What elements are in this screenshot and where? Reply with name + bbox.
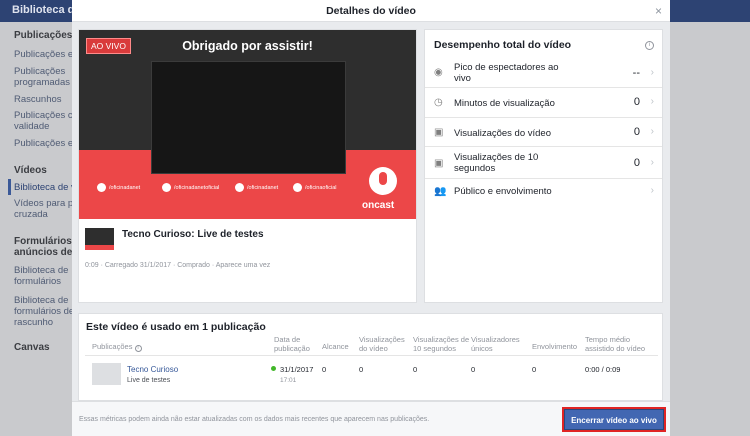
close-icon[interactable]: × <box>655 4 662 18</box>
sidebar-active-indicator <box>8 179 11 195</box>
video-views-icon: ▣ <box>434 127 444 138</box>
usage-title: Este vídeo é usado em 1 publicação <box>86 321 266 333</box>
metric-view-minutes[interactable]: ◷ Minutos de visualização 0 › <box>425 88 662 118</box>
metric-value: -- <box>632 67 640 79</box>
post-visualizadores: 0 <box>471 365 476 374</box>
background-sidebar: Publicações Publicações er Publicações pro… <box>0 22 80 436</box>
dialog-header: Detalhes do vídeo × <box>72 0 670 22</box>
chevron-right-icon: › <box>650 157 654 168</box>
post-title: Live de testes <box>127 377 171 384</box>
dialog-title: Detalhes do vídeo <box>326 5 416 17</box>
performance-title: Desempenho total do vídeo <box>434 39 572 51</box>
post-envolvimento: 0 <box>532 365 537 374</box>
social-handle: /oficinaoficial <box>305 185 337 191</box>
facebook-icon <box>97 183 106 193</box>
header-visualizacoes: Visualizações do vídeo <box>359 335 405 353</box>
video-thumbnail <box>85 228 114 250</box>
metric-value: 0 <box>633 157 640 169</box>
sidebar-item[interactable]: Rascunhos <box>14 94 62 105</box>
sidebar-item[interactable]: Publicações er <box>14 49 76 60</box>
post-thumbnail <box>92 363 121 385</box>
sidebar-item[interactable]: Publicações co validade <box>14 110 78 132</box>
metric-peak-viewers[interactable]: ◉ Pico de espectadores ao vivo -- › <box>425 57 662 88</box>
post-time: 17:01 <box>280 377 297 384</box>
sidebar-item[interactable]: Vídeos para po cruzada <box>14 198 78 220</box>
post-alcance: 0 <box>322 365 327 374</box>
chevron-right-icon: › <box>650 96 654 107</box>
header-envolvimento: Envolvimento <box>532 342 578 351</box>
post-visualizacoes-10s: 0 <box>413 365 418 374</box>
social-handle: /oficinadanet <box>109 185 141 191</box>
info-icon[interactable]: i <box>645 41 654 50</box>
metric-value: 0 <box>633 96 640 108</box>
social-facebook: /oficinadanet <box>97 183 140 197</box>
sidebar-section: Formulários c anúncios de <box>14 236 80 258</box>
microphone-icon <box>369 167 397 195</box>
metric-audience[interactable]: 👥 Público e envolvimento › <box>425 179 662 205</box>
info-icon[interactable]: i <box>134 345 142 352</box>
video-views-icon: ▣ <box>434 158 444 169</box>
people-icon: 👥 <box>434 186 447 197</box>
chevron-right-icon: › <box>650 185 654 196</box>
video-title: Tecno Curioso: Live de testes <box>122 229 264 240</box>
performance-card: Desempenho total do vídeo i ◉ Pico de es… <box>424 29 663 303</box>
metric-label: Visualizações do vídeo <box>454 128 551 139</box>
clock-icon: ◷ <box>434 97 443 108</box>
metric-10s-views[interactable]: ▣ Visualizações de 10 segundos 0 › <box>425 147 662 179</box>
status-dot <box>271 366 276 371</box>
video-screen <box>151 61 346 174</box>
social-handle: /oficinadanet <box>247 185 279 191</box>
background-title: Biblioteca de <box>12 4 81 16</box>
sidebar-section: Canvas <box>14 342 50 353</box>
video-card: AO VIVO Obrigado por assistir! /oficinad… <box>78 29 417 303</box>
sidebar-item[interactable]: Biblioteca de formulários <box>14 265 68 287</box>
usage-card: Este vídeo é usado em 1 publicação Publi… <box>78 313 663 401</box>
eye-icon: ◉ <box>434 67 443 78</box>
social-twitter: /oficinadanet <box>235 183 278 197</box>
instagram-icon <box>162 183 171 193</box>
social-handles: /oficinadanet /oficinadanetoficial /ofic… <box>97 183 342 197</box>
sidebar-section: Publicações <box>14 30 73 41</box>
oncast-logo: oncast <box>362 200 395 211</box>
header-data: Data de publicação <box>274 335 310 353</box>
sidebar-item[interactable]: Biblioteca de v <box>14 182 76 193</box>
social-instagram: /oficinadanetoficial <box>162 183 219 197</box>
footer-note: Essas métricas podem ainda não estar atu… <box>79 416 430 423</box>
chevron-right-icon: › <box>650 67 654 78</box>
metric-label: Visualizações de 10 segundos <box>454 152 539 174</box>
snapchat-icon <box>293 183 302 193</box>
header-visualizacoes-10s: Visualizações de 10 segundos <box>413 335 470 353</box>
metric-label: Pico de espectadores ao vivo <box>454 62 559 84</box>
post-visualizacoes: 0 <box>359 365 364 374</box>
post-page-link[interactable]: Tecno Curioso <box>127 365 178 374</box>
metric-label: Minutos de visualização <box>454 98 555 109</box>
post-date: 31/1/2017 <box>280 365 314 374</box>
sidebar-item[interactable]: Biblioteca de formulários de rascunho <box>14 295 74 328</box>
dialog-footer: Essas métricas podem ainda não estar atu… <box>72 401 670 436</box>
video-overlay-title: Obrigado por assistir! <box>182 39 313 53</box>
twitter-icon <box>235 183 244 193</box>
social-snapchat: /oficinaoficial <box>293 183 337 197</box>
sidebar-item[interactable]: Publicações ex <box>14 138 78 149</box>
header-alcance: Alcance <box>322 342 349 351</box>
metric-value: 0 <box>633 126 640 138</box>
header-publicacoes: Publicações i <box>92 342 142 352</box>
video-details-dialog: Detalhes do vídeo × AO VIVO Obrigado por… <box>72 0 670 436</box>
social-handle: /oficinadanetoficial <box>174 185 220 191</box>
header-tempo: Tempo médio assistido do vídeo <box>585 335 646 353</box>
video-meta: 0:09 · Carregado 31/1/2017 · Comprado · … <box>85 262 271 269</box>
divider <box>85 355 658 356</box>
metric-video-views[interactable]: ▣ Visualizações do vídeo 0 › <box>425 118 662 147</box>
header-visualizadores: Visualizadores únicos <box>471 335 520 353</box>
sidebar-section: Vídeos <box>14 165 47 176</box>
chevron-right-icon: › <box>650 126 654 137</box>
post-tempo: 0:00 / 0:09 <box>585 365 621 374</box>
sidebar-item[interactable]: Publicações programadas <box>14 66 70 88</box>
end-live-video-label: Encerrar vídeo ao vivo <box>564 409 664 430</box>
metric-label: Público e envolvimento <box>454 186 552 197</box>
end-live-video-button[interactable]: Encerrar vídeo ao vivo <box>562 407 666 432</box>
video-player[interactable]: AO VIVO Obrigado por assistir! /oficinad… <box>79 30 416 219</box>
